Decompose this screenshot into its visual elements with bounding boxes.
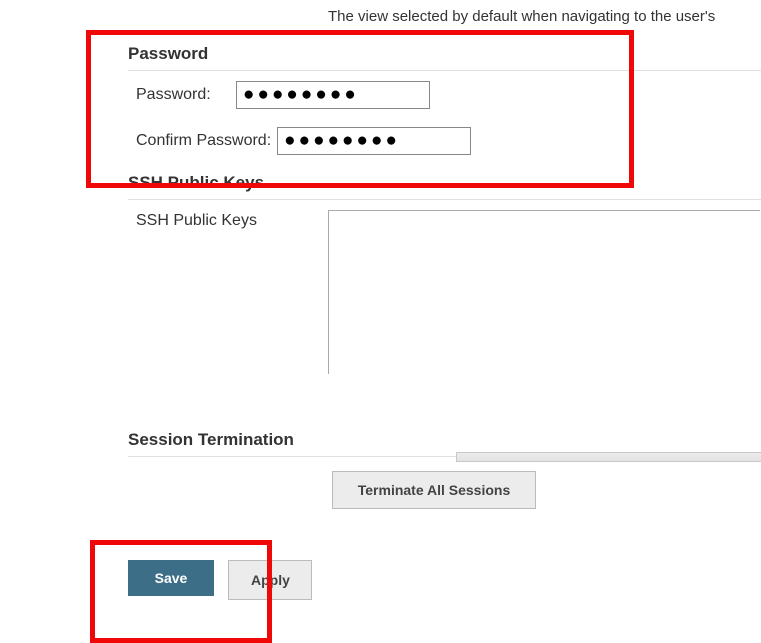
- ssh-label: SSH Public Keys: [136, 210, 328, 230]
- apply-button[interactable]: Apply: [228, 560, 312, 600]
- terminate-all-sessions-button[interactable]: Terminate All Sessions: [332, 471, 536, 509]
- save-button[interactable]: Save: [128, 560, 214, 596]
- password-field-row: Password:: [136, 81, 761, 109]
- top-description-text: The view selected by default when naviga…: [328, 8, 715, 25]
- ssh-field-row: SSH Public Keys: [136, 210, 761, 374]
- ssh-section-title: SSH Public Keys: [128, 173, 761, 200]
- ssh-horizontal-scrollbar[interactable]: [456, 452, 761, 462]
- ssh-section: SSH Public Keys SSH Public Keys: [128, 173, 761, 374]
- confirm-password-field-row: Confirm Password:: [136, 127, 761, 155]
- confirm-password-label: Confirm Password:: [136, 132, 271, 150]
- ssh-textarea[interactable]: [328, 210, 760, 374]
- password-input[interactable]: [236, 81, 430, 109]
- password-label: Password:: [136, 86, 230, 104]
- bottom-actions: Save Apply: [128, 560, 312, 600]
- password-section: Password Password: Confirm Password:: [128, 44, 761, 155]
- session-section: Session Termination Terminate All Sessio…: [128, 430, 761, 509]
- confirm-password-input[interactable]: [277, 127, 471, 155]
- password-section-title: Password: [128, 44, 761, 71]
